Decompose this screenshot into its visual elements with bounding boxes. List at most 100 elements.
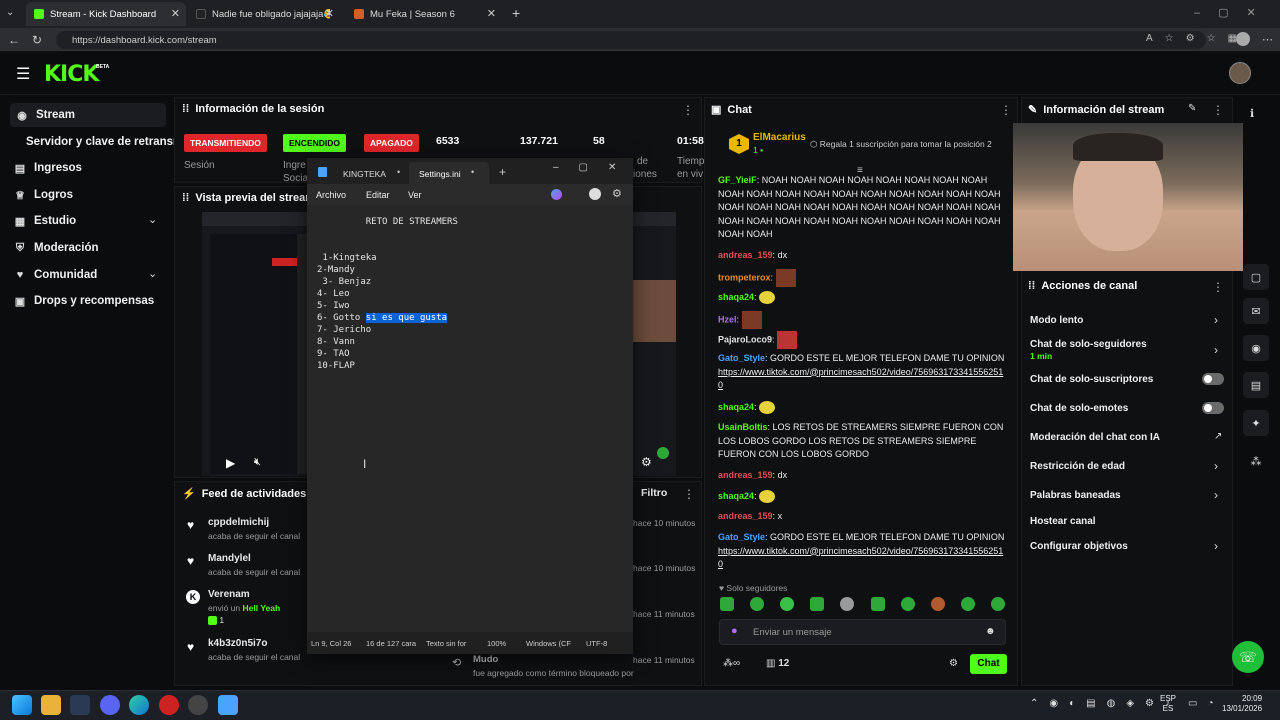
action-hostear-canal[interactable]: Hostear canal: [1030, 516, 1096, 527]
play-icon[interactable]: ▶: [226, 456, 235, 470]
menu-ver[interactable]: Ver: [408, 190, 422, 200]
notepad-taskbar-icon[interactable]: [218, 695, 238, 715]
browser-tab-tiktok[interactable]: Nadie fue obligado jajajaja😂 | TikTok ✕: [188, 2, 340, 26]
action-restriccion-edad[interactable]: Restricción de edad: [1030, 461, 1125, 472]
action-palabras-baneadas[interactable]: Palabras baneadas: [1030, 490, 1121, 501]
feed-user[interactable]: Mandylel: [208, 553, 251, 564]
close-tab-icon[interactable]: ✕: [325, 7, 334, 20]
action-solo-suscriptores[interactable]: Chat de solo-suscriptores: [1030, 374, 1153, 385]
rail-wrench-icon[interactable]: ✦: [1243, 410, 1269, 436]
chat-settings-gear-icon[interactable]: ⚙: [949, 658, 958, 669]
emote-bar[interactable]: [720, 597, 1005, 613]
copilot-icon[interactable]: [551, 189, 562, 200]
chevron-right-icon[interactable]: ›: [1214, 459, 1218, 473]
sidebar-item-ingresos[interactable]: ▤ Ingresos: [14, 156, 164, 180]
sidebar-item-estudio[interactable]: ▦ Estudio: [14, 209, 164, 233]
more-options-icon[interactable]: ⋮: [1212, 103, 1224, 117]
rail-broadcast-icon[interactable]: ◉: [1243, 335, 1269, 361]
browser-menu-icon[interactable]: ⋯: [1262, 33, 1273, 46]
steam-icon[interactable]: [70, 695, 90, 715]
mute-icon[interactable]: 🔇︎: [254, 456, 261, 469]
settings-gear-icon[interactable]: ⚙: [612, 187, 622, 200]
chevron-right-icon[interactable]: ›: [1214, 488, 1218, 502]
emoji-icon[interactable]: ☻: [985, 626, 996, 637]
more-options-icon[interactable]: ⋮: [1000, 103, 1012, 117]
action-modo-lento[interactable]: Modo lento: [1030, 315, 1083, 326]
more-options-icon[interactable]: ⋮: [1212, 280, 1224, 294]
sidebar-item-stream[interactable]: ◉ Stream: [10, 103, 166, 127]
feed-user[interactable]: k4b3z0n5i7o: [208, 638, 267, 649]
file-explorer-icon[interactable]: [41, 695, 61, 715]
network-volume-icons[interactable]: ▭◔: [1188, 698, 1224, 709]
toggle-solo-emotes[interactable]: [1202, 402, 1224, 414]
browser-toolbar-icons[interactable]: A☆⚙☆▦: [1146, 33, 1249, 44]
app-icon[interactable]: [159, 695, 179, 715]
support-chat-button[interactable]: ☏: [1232, 641, 1264, 673]
menu-archivo[interactable]: Archivo: [316, 190, 346, 200]
kick-logo[interactable]: KICK: [44, 62, 99, 87]
clock[interactable]: 20:09 13/01/2026: [1222, 694, 1262, 714]
feed-user[interactable]: cppdelmichij: [208, 517, 269, 528]
points-icon[interactable]: ⁂∞: [723, 658, 740, 669]
back-icon[interactable]: ←: [8, 33, 20, 47]
sidebar-item-comunidad[interactable]: ♥ Comunidad: [14, 263, 164, 287]
more-options-icon[interactable]: ⋮: [682, 103, 694, 117]
action-solo-emotes[interactable]: Chat de solo-emotes: [1030, 403, 1128, 414]
sidebar-item-drops[interactable]: ▣ Drops y recompensas: [14, 289, 164, 313]
obs-icon[interactable]: [188, 695, 208, 715]
pinned-gift-cta[interactable]: ⬡ Regala 1 suscripción para tomar la pos…: [810, 139, 992, 150]
notepad-text[interactable]: RETO DE STREAMERS 1-Kingteka 2-Mandy 3- B…: [317, 216, 458, 372]
user-avatar[interactable]: [1229, 62, 1251, 84]
pinned-user[interactable]: ElMacarius: [753, 132, 806, 143]
drag-handle-icon[interactable]: ⁞⁞: [182, 192, 189, 204]
menu-editar[interactable]: Editar: [366, 190, 390, 200]
action-moderacion-ia[interactable]: Moderación del chat con IA: [1030, 432, 1160, 443]
chevron-down-icon[interactable]: ⌄: [148, 213, 157, 226]
send-chat-button[interactable]: Chat: [970, 654, 1007, 674]
profile-avatar-icon[interactable]: [1236, 32, 1250, 46]
new-tab-icon[interactable]: +: [499, 165, 506, 179]
mic-icon[interactable]: ●: [731, 625, 738, 637]
system-tray-icons[interactable]: ⌃◉◐▤◍◈⚙♪: [1030, 698, 1181, 709]
account-icon[interactable]: [589, 188, 601, 200]
notepad-tab-kingteka[interactable]: KINGTEKA: [343, 169, 386, 179]
toggle-solo-suscriptores[interactable]: [1202, 373, 1224, 385]
action-configurar-objetivos[interactable]: Configurar objetivos: [1030, 541, 1128, 552]
drag-handle-icon[interactable]: ⁞⁞: [1028, 280, 1035, 292]
rail-chat-icon[interactable]: ▢: [1243, 264, 1269, 290]
edit-icon[interactable]: ✎: [1188, 103, 1196, 114]
edge-icon[interactable]: [129, 695, 149, 715]
rail-message-icon[interactable]: ✉: [1243, 298, 1269, 324]
filter-button[interactable]: Filtro: [641, 487, 667, 499]
close-tab-icon[interactable]: ✕: [487, 7, 496, 20]
discord-icon[interactable]: [100, 695, 120, 715]
start-icon[interactable]: [12, 695, 32, 715]
gear-icon[interactable]: ⚙: [641, 455, 652, 469]
new-tab-icon[interactable]: +: [512, 5, 520, 21]
action-solo-seguidores[interactable]: Chat de solo-seguidores: [1030, 339, 1147, 350]
window-controls[interactable]: –▢✕: [1194, 6, 1274, 19]
reload-icon[interactable]: ↻: [32, 33, 42, 47]
sidebar-item-moderacion[interactable]: ⛨ Moderación: [14, 236, 164, 260]
more-options-icon[interactable]: ⋮: [683, 487, 695, 501]
feed-user[interactable]: Verenam: [208, 589, 250, 600]
chevron-right-icon[interactable]: ›: [1214, 539, 1218, 553]
rail-layout-icon[interactable]: ▤: [1243, 372, 1269, 398]
chevron-right-icon[interactable]: ›: [1214, 343, 1218, 357]
rail-community-icon[interactable]: ⁂: [1243, 448, 1269, 474]
info-icon[interactable]: ℹ: [1250, 107, 1254, 120]
external-link-icon[interactable]: ↗: [1214, 431, 1222, 442]
notepad-window-controls[interactable]: –▢✕: [553, 162, 636, 173]
sidebar-item-logros[interactable]: ♕ Logros: [14, 183, 164, 207]
hamburger-menu-icon[interactable]: ☰: [16, 64, 30, 84]
browser-tab-mufeka[interactable]: Mu Feka | Season 6 ✕: [346, 2, 502, 26]
drag-handle-icon[interactable]: ⁞⁞: [182, 103, 189, 115]
close-tab-icon[interactable]: ✕: [171, 7, 180, 20]
language-indicator[interactable]: ESP ES: [1160, 694, 1176, 714]
browser-tab-kick[interactable]: Stream - Kick Dashboard ✕: [26, 2, 186, 26]
sidebar-item-server-key[interactable]: Servidor y clave de retransmisión: [26, 130, 176, 154]
selected-text[interactable]: si es que gusta: [365, 313, 448, 323]
url-input[interactable]: https://dashboard.kick.com/stream: [56, 31, 1206, 49]
chevron-right-icon[interactable]: ›: [1214, 313, 1218, 327]
tab-list-chevron-icon[interactable]: ⌄: [6, 7, 14, 18]
